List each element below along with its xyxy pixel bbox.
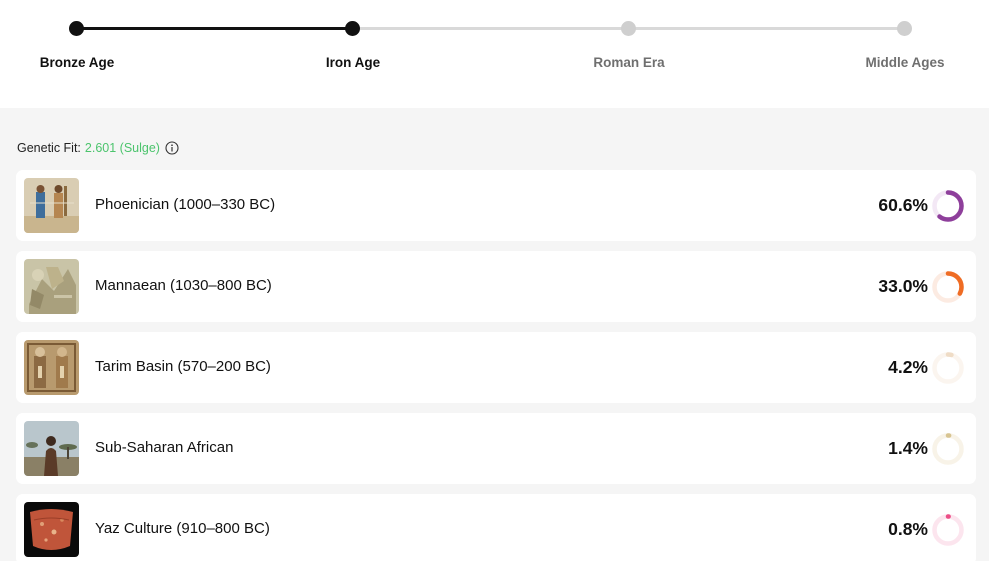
timeline-dot[interactable] <box>897 21 912 36</box>
population-percentage: 33.0% <box>878 276 928 296</box>
population-card-mannaean[interactable]: Mannaean (1030–800 BC) 33.0% <box>16 251 976 322</box>
population-percentage: 0.8% <box>888 519 928 539</box>
info-icon[interactable] <box>165 141 179 155</box>
percentage-ring <box>931 351 965 385</box>
ring-track <box>932 514 964 546</box>
timeline-label[interactable]: Middle Ages <box>825 55 985 70</box>
population-name: Phoenician (1000–330 BC) <box>95 196 276 213</box>
percentage-ring <box>931 189 965 223</box>
timeline-label[interactable]: Iron Age <box>273 55 433 70</box>
era-timeline: Bronze Age Iron Age Roman Era Middle Age… <box>0 0 989 108</box>
population-percentage: 60.6% <box>878 195 928 215</box>
ring-track <box>932 433 964 465</box>
population-card-phoenician[interactable]: Phoenician (1000–330 BC) 60.6% <box>16 170 976 241</box>
population-name: Yaz Culture (910–800 BC) <box>95 520 270 537</box>
population-thumbnail <box>24 340 79 395</box>
genetic-fit-label: Genetic Fit: <box>17 141 81 155</box>
timeline-stop-bronze-age[interactable]: Bronze Age <box>40 0 114 108</box>
timeline-track-completed <box>77 27 353 30</box>
timeline-label[interactable]: Roman Era <box>549 55 709 70</box>
population-percentage: 1.4% <box>888 438 928 458</box>
timeline-stop-roman-era[interactable]: Roman Era <box>593 0 665 108</box>
population-card-tarim-basin[interactable]: Tarim Basin (570–200 BC) 4.2% <box>16 332 976 403</box>
percentage-ring <box>931 270 965 304</box>
population-name: Sub-Saharan African <box>95 439 234 456</box>
timeline-label[interactable]: Bronze Age <box>0 55 157 70</box>
population-card-sub-saharan-african[interactable]: Sub-Saharan African 1.4% <box>16 413 976 484</box>
population-thumbnail <box>24 178 79 233</box>
population-thumbnail <box>24 421 79 476</box>
ring-track <box>932 352 964 384</box>
population-thumbnail <box>24 259 79 314</box>
percentage-ring <box>931 513 965 547</box>
timeline-dot[interactable] <box>69 21 84 36</box>
genetic-fit-row: Genetic Fit: 2.601 (Sulge) <box>17 141 179 155</box>
timeline-stop-middle-ages[interactable]: Middle Ages <box>865 0 945 108</box>
population-card-yaz-culture[interactable]: Yaz Culture (910–800 BC) 0.8% <box>16 494 976 561</box>
population-name: Tarim Basin (570–200 BC) <box>95 358 271 375</box>
genetic-fit-value: 2.601 (Sulge) <box>84 141 160 155</box>
timeline-dot[interactable] <box>621 21 636 36</box>
population-percentage: 4.2% <box>888 357 928 377</box>
timeline-stop-iron-age[interactable]: Iron Age <box>326 0 380 108</box>
timeline-dot[interactable] <box>345 21 360 36</box>
percentage-ring <box>931 432 965 466</box>
population-thumbnail <box>24 502 79 557</box>
population-name: Mannaean (1030–800 BC) <box>95 277 272 294</box>
